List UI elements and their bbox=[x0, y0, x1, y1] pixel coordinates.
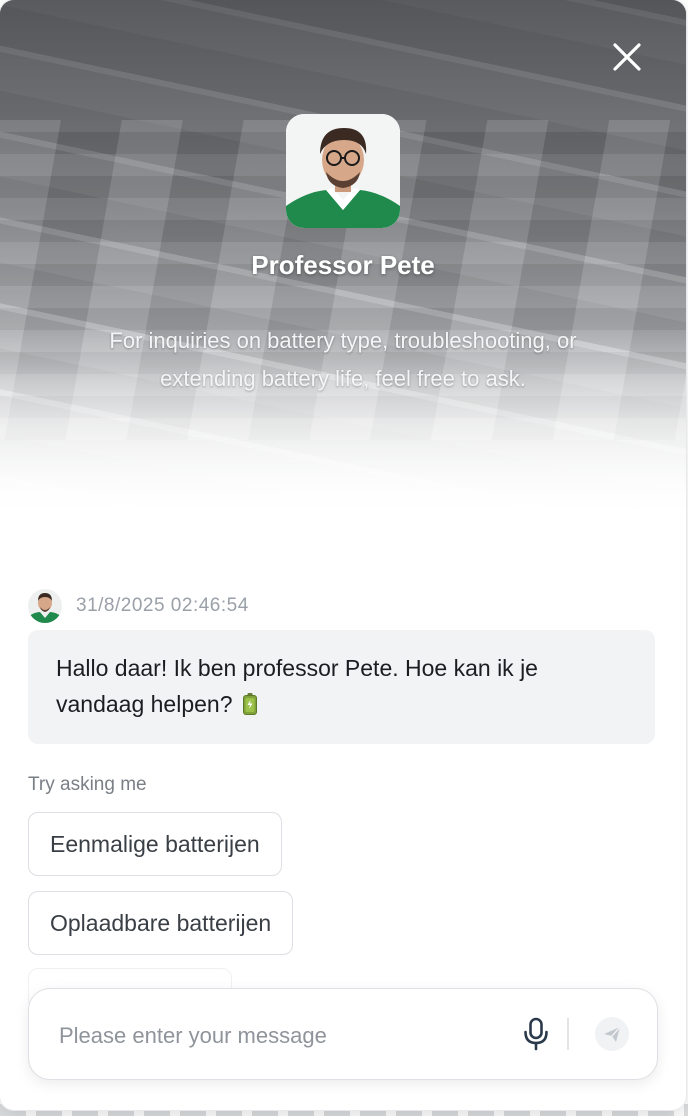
close-button[interactable] bbox=[608, 38, 646, 76]
battery-icon bbox=[242, 689, 257, 715]
send-button[interactable] bbox=[595, 1017, 629, 1051]
composer-divider bbox=[567, 1018, 569, 1050]
message-composer bbox=[28, 988, 658, 1080]
chat-widget: Professor Pete For inquiries on battery … bbox=[0, 0, 686, 1110]
suggestion-chip-disposable[interactable]: Eenmalige batterijen bbox=[28, 812, 282, 876]
microphone-icon bbox=[524, 1017, 548, 1051]
bot-message-text: Hallo daar! Ik ben professor Pete. Hoe k… bbox=[56, 655, 538, 717]
agent-description: For inquiries on battery type, troublesh… bbox=[109, 328, 577, 391]
message-input[interactable] bbox=[57, 1013, 511, 1059]
message-meta: 31/8/2025 02:46:54 bbox=[28, 588, 249, 624]
microphone-button[interactable] bbox=[521, 1017, 551, 1051]
close-icon bbox=[613, 43, 641, 71]
message-timestamp: 31/8/2025 02:46:54 bbox=[76, 595, 249, 616]
agent-name: Professor Pete bbox=[251, 250, 435, 280]
agent-avatar bbox=[286, 114, 400, 228]
send-icon bbox=[604, 1026, 621, 1042]
suggestions-label: Try asking me bbox=[28, 774, 147, 795]
message-avatar bbox=[28, 589, 62, 623]
suggestion-chip-rechargeable[interactable]: Oplaadbare batterijen bbox=[28, 891, 294, 955]
bot-message-bubble: Hallo daar! Ik ben professor Pete. Hoe k… bbox=[28, 630, 655, 744]
